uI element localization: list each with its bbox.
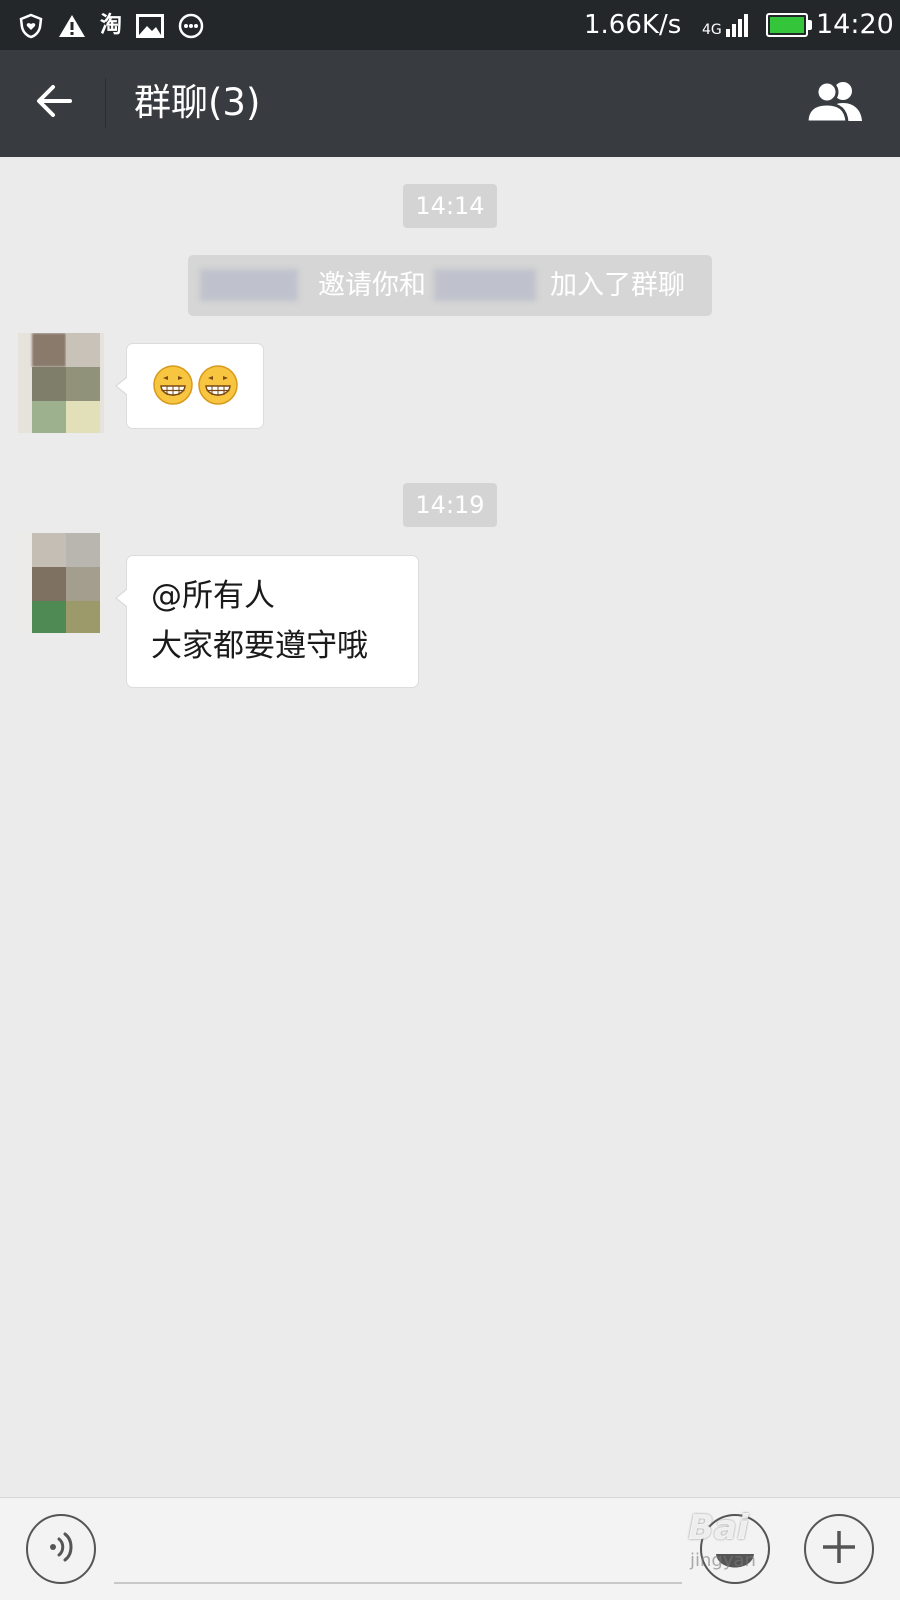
group-members-icon bbox=[805, 79, 865, 127]
watermark-sub: jingyan bbox=[690, 1550, 756, 1571]
system-message-joined: 加入了群聊 bbox=[550, 270, 685, 301]
redacted-name bbox=[200, 269, 298, 301]
message-line: 大家都要遵守哦 bbox=[151, 628, 368, 664]
battery-level bbox=[770, 17, 804, 33]
grinning-face-icon bbox=[197, 364, 239, 406]
back-button[interactable] bbox=[26, 75, 82, 131]
chat-header: 群聊(3) bbox=[0, 50, 900, 157]
message-bubble[interactable] bbox=[115, 343, 264, 429]
timestamp: 14:19 bbox=[403, 483, 497, 527]
status-bar: 淘 1.66K/s 4G 14:20 bbox=[0, 0, 900, 50]
arrow-left-icon bbox=[35, 84, 73, 122]
message-input[interactable] bbox=[114, 1518, 682, 1584]
page-title: 群聊(3) bbox=[134, 81, 261, 124]
timestamp: 14:14 bbox=[403, 184, 497, 228]
header-divider bbox=[105, 78, 106, 128]
network-type: 4G bbox=[702, 22, 722, 38]
more-options-button[interactable] bbox=[804, 1514, 874, 1584]
signal-bar bbox=[725, 29, 730, 37]
taobao-icon: 淘 bbox=[100, 13, 123, 38]
avatar[interactable] bbox=[18, 333, 104, 433]
message-bubble[interactable]: @所有人 大家都要遵守哦 bbox=[115, 555, 419, 688]
signal-bar bbox=[743, 14, 748, 37]
signal-bar bbox=[731, 24, 736, 37]
avatar[interactable] bbox=[18, 533, 104, 633]
system-message-invite: 邀请你和 bbox=[318, 270, 426, 301]
battery-tip bbox=[808, 20, 812, 30]
plus-icon bbox=[819, 1527, 859, 1571]
status-clock: 14:20 bbox=[816, 9, 894, 40]
signal-indicator: 4G bbox=[702, 13, 748, 37]
chat-input-bar: Bai jingyan bbox=[0, 1497, 900, 1600]
message-dots-icon bbox=[178, 13, 204, 39]
network-speed: 1.66K/s bbox=[584, 10, 682, 40]
status-notification-icons: 淘 bbox=[18, 10, 204, 42]
system-message: 邀请你和 加入了群聊 bbox=[188, 255, 712, 316]
group-members-button[interactable] bbox=[802, 74, 868, 132]
warning-icon bbox=[58, 13, 86, 39]
battery-icon bbox=[766, 13, 808, 37]
grinning-face-icon bbox=[152, 364, 194, 406]
shield-heart-icon bbox=[18, 13, 44, 39]
message-line: @所有人 bbox=[151, 578, 275, 614]
chat-messages[interactable]: 14:14 邀请你和 加入了群聊 14:19 @所有人 大家都要遵守哦 bbox=[0, 157, 900, 1497]
watermark: Bai bbox=[688, 1508, 749, 1548]
redacted-name bbox=[434, 269, 536, 301]
voice-icon bbox=[43, 1529, 79, 1569]
voice-button[interactable] bbox=[26, 1514, 96, 1584]
image-icon bbox=[136, 14, 165, 38]
signal-bar bbox=[737, 19, 742, 37]
